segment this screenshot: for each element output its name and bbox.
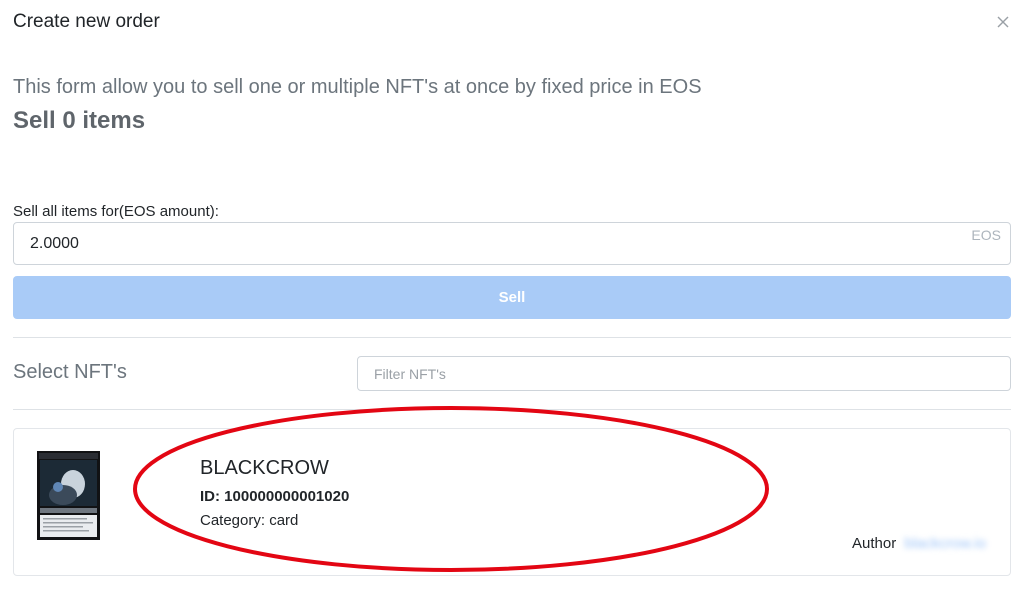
nft-name: BLACKCROW bbox=[200, 457, 329, 479]
nft-category: Category: card bbox=[200, 512, 299, 529]
eos-suffix: EOS bbox=[971, 227, 1001, 243]
filter-nfts-input[interactable] bbox=[357, 356, 1011, 391]
sell-count-heading: Sell 0 items bbox=[13, 107, 146, 134]
form-description: This form allow you to sell one or multi… bbox=[13, 76, 702, 98]
close-button[interactable] bbox=[995, 14, 1011, 30]
modal-title: Create new order bbox=[13, 11, 160, 32]
divider bbox=[13, 337, 1011, 338]
select-nfts-heading: Select NFT's bbox=[13, 361, 127, 383]
divider bbox=[13, 409, 1011, 410]
close-icon bbox=[997, 16, 1009, 28]
nft-card[interactable] bbox=[13, 428, 1011, 576]
nft-id: ID: 100000000001020 bbox=[200, 488, 350, 505]
author-label: Author bbox=[852, 535, 897, 552]
amount-field-wrapper: EOS bbox=[13, 222, 1011, 265]
eos-amount-input[interactable] bbox=[14, 223, 1010, 264]
nft-card-thumbnail[interactable] bbox=[37, 451, 100, 540]
amount-label: Sell all items for(EOS amount): bbox=[13, 203, 219, 220]
sell-button[interactable]: Sell bbox=[13, 276, 1011, 319]
nft-author: Author blackcrow.io bbox=[852, 535, 986, 552]
author-link[interactable]: blackcrow.io bbox=[904, 535, 986, 552]
